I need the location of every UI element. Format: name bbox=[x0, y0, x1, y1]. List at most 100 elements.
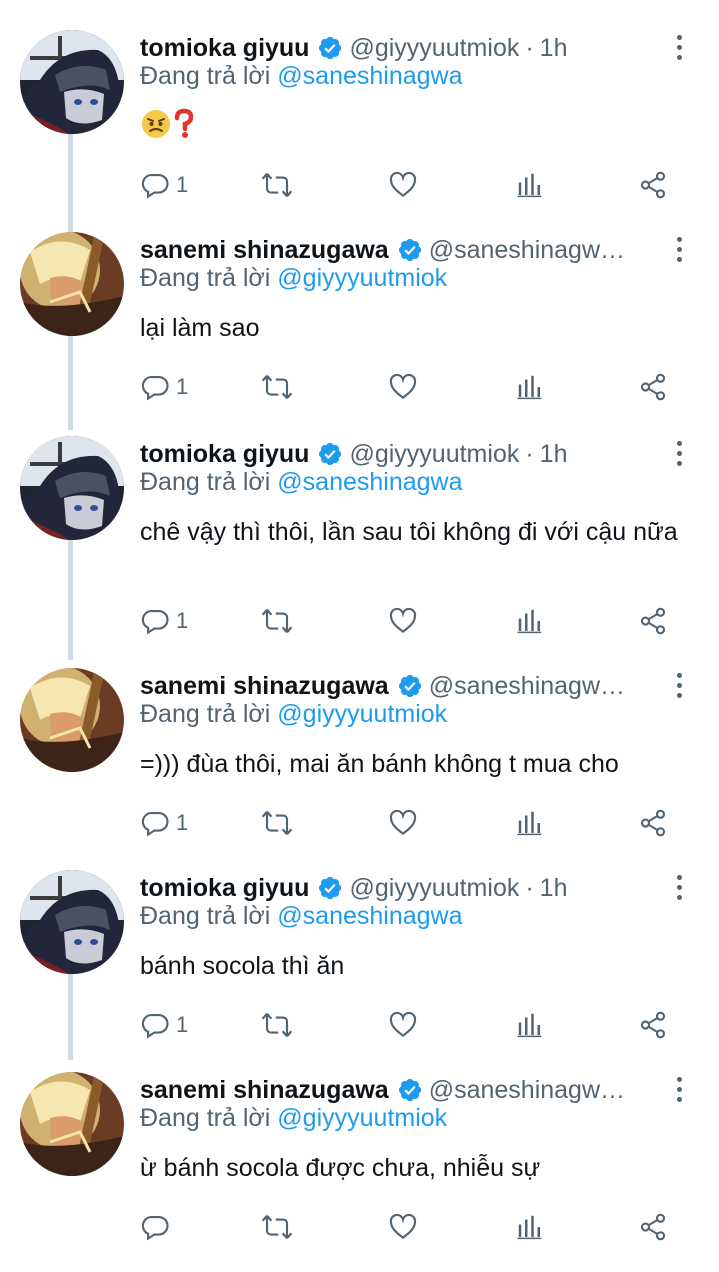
display-name[interactable]: sanemi shinazugawa bbox=[140, 1076, 389, 1105]
replying-to-mention[interactable]: @giyyyuutmiok bbox=[277, 700, 447, 728]
avatar[interactable] bbox=[20, 30, 124, 134]
like-button[interactable] bbox=[388, 168, 418, 202]
reply-button[interactable]: 1 bbox=[140, 604, 188, 638]
more-icon[interactable] bbox=[669, 30, 689, 66]
replying-to-mention[interactable]: @saneshinagwa bbox=[277, 62, 462, 90]
share-button[interactable] bbox=[638, 168, 668, 202]
avatar[interactable] bbox=[20, 1072, 124, 1176]
replying-to-mention[interactable]: @giyyyuutmiok bbox=[277, 264, 447, 292]
tweet[interactable]: sanemi shinazugawa @saneshinagw… Đang tr… bbox=[0, 1072, 719, 1272]
views-button[interactable] bbox=[515, 806, 545, 840]
views-icon bbox=[515, 1212, 545, 1242]
retweet-button[interactable] bbox=[260, 1008, 294, 1042]
tweet[interactable]: sanemi shinazugawa @saneshinagw… Đang tr… bbox=[0, 232, 719, 432]
reply-button[interactable] bbox=[140, 1210, 170, 1244]
reply-icon bbox=[140, 372, 170, 402]
retweet-button[interactable] bbox=[260, 806, 294, 840]
replying-to: Đang trả lời @saneshinagwa bbox=[140, 62, 463, 91]
views-button[interactable] bbox=[515, 604, 545, 638]
tweet[interactable]: tomioka giyuu @giyyyuutmiok · 1h Đang tr… bbox=[0, 30, 719, 230]
views-icon bbox=[515, 808, 545, 838]
verified-badge-icon bbox=[317, 441, 343, 467]
more-icon[interactable] bbox=[669, 232, 689, 268]
reply-button[interactable]: 1 bbox=[140, 806, 188, 840]
user-handle[interactable]: @saneshinagw… bbox=[429, 672, 625, 701]
tweet[interactable]: sanemi shinazugawa @saneshinagw… Đang tr… bbox=[0, 668, 719, 868]
more-icon[interactable] bbox=[669, 436, 689, 472]
retweet-button[interactable] bbox=[260, 1210, 294, 1244]
avatar[interactable] bbox=[20, 436, 124, 540]
views-button[interactable] bbox=[515, 370, 545, 404]
replying-to-label: Đang trả lời bbox=[140, 264, 271, 292]
avatar[interactable] bbox=[20, 870, 124, 974]
user-handle[interactable]: @saneshinagw… bbox=[429, 1076, 625, 1105]
replying-to-label: Đang trả lời bbox=[140, 62, 271, 90]
reply-button[interactable]: 1 bbox=[140, 168, 188, 202]
retweet-button[interactable] bbox=[260, 168, 294, 202]
share-button[interactable] bbox=[638, 1008, 668, 1042]
tweet[interactable]: tomioka giyuu @giyyyuutmiok · 1h Đang tr… bbox=[0, 870, 719, 1070]
avatar[interactable] bbox=[20, 232, 124, 336]
like-button[interactable] bbox=[388, 370, 418, 404]
replying-to-label: Đang trả lời bbox=[140, 1104, 271, 1132]
tweet[interactable]: tomioka giyuu @giyyyuutmiok · 1h Đang tr… bbox=[0, 436, 719, 636]
more-icon[interactable] bbox=[669, 1072, 689, 1108]
reply-count: 1 bbox=[176, 810, 189, 835]
user-handle[interactable]: @saneshinagw… bbox=[429, 236, 625, 265]
share-icon bbox=[638, 170, 668, 200]
replying-to: Đang trả lời @giyyyuutmiok bbox=[140, 700, 447, 729]
like-icon bbox=[388, 1212, 418, 1242]
red-question-mark-icon bbox=[172, 108, 196, 149]
more-icon[interactable] bbox=[669, 668, 689, 704]
replying-to-mention[interactable]: @saneshinagwa bbox=[277, 902, 462, 930]
reply-count: 1 bbox=[176, 172, 189, 197]
retweet-icon bbox=[260, 372, 294, 402]
like-button[interactable] bbox=[388, 1008, 418, 1042]
verified-badge-icon bbox=[397, 673, 423, 699]
views-icon bbox=[515, 606, 545, 636]
tweet-text: chê vậy thì thôi, lần sau tôi không đi v… bbox=[140, 518, 678, 546]
tweet-header: sanemi shinazugawa @saneshinagw… bbox=[140, 1072, 659, 1108]
views-button[interactable] bbox=[515, 1210, 545, 1244]
tweet-actions: 1 bbox=[140, 806, 685, 840]
verified-badge-icon bbox=[317, 35, 343, 61]
share-button[interactable] bbox=[638, 604, 668, 638]
display-name[interactable]: sanemi shinazugawa bbox=[140, 236, 389, 265]
reply-icon bbox=[140, 170, 170, 200]
separator: · bbox=[525, 439, 534, 468]
like-button[interactable] bbox=[388, 806, 418, 840]
share-button[interactable] bbox=[638, 1210, 668, 1244]
user-handle[interactable]: @giyyyuutmiok bbox=[349, 874, 519, 903]
share-icon bbox=[638, 808, 668, 838]
reply-button[interactable]: 1 bbox=[140, 370, 188, 404]
display-name[interactable]: tomioka giyuu bbox=[140, 440, 309, 469]
retweet-button[interactable] bbox=[260, 370, 294, 404]
display-name[interactable]: sanemi shinazugawa bbox=[140, 672, 389, 701]
replying-to-label: Đang trả lời bbox=[140, 468, 271, 496]
timestamp[interactable]: 1h bbox=[540, 874, 568, 903]
timestamp[interactable]: 1h bbox=[540, 34, 568, 63]
retweet-icon bbox=[260, 606, 294, 636]
replying-to-mention[interactable]: @saneshinagwa bbox=[277, 468, 462, 496]
retweet-icon bbox=[260, 1212, 294, 1242]
timestamp[interactable]: 1h bbox=[540, 440, 568, 469]
more-icon[interactable] bbox=[669, 870, 689, 906]
views-button[interactable] bbox=[515, 168, 545, 202]
share-icon bbox=[638, 372, 668, 402]
views-button[interactable] bbox=[515, 1008, 545, 1042]
display-name[interactable]: tomioka giyuu bbox=[140, 34, 309, 63]
like-button[interactable] bbox=[388, 1210, 418, 1244]
avatar[interactable] bbox=[20, 668, 124, 772]
share-button[interactable] bbox=[638, 370, 668, 404]
reply-count: 1 bbox=[176, 608, 189, 633]
display-name[interactable]: tomioka giyuu bbox=[140, 874, 309, 903]
tweet-header: sanemi shinazugawa @saneshinagw… bbox=[140, 668, 659, 704]
retweet-icon bbox=[260, 1010, 294, 1040]
user-handle[interactable]: @giyyyuutmiok bbox=[349, 34, 519, 63]
user-handle[interactable]: @giyyyuutmiok bbox=[349, 440, 519, 469]
replying-to-mention[interactable]: @giyyyuutmiok bbox=[277, 1104, 447, 1132]
retweet-button[interactable] bbox=[260, 604, 294, 638]
reply-button[interactable]: 1 bbox=[140, 1008, 188, 1042]
share-button[interactable] bbox=[638, 806, 668, 840]
like-button[interactable] bbox=[388, 604, 418, 638]
